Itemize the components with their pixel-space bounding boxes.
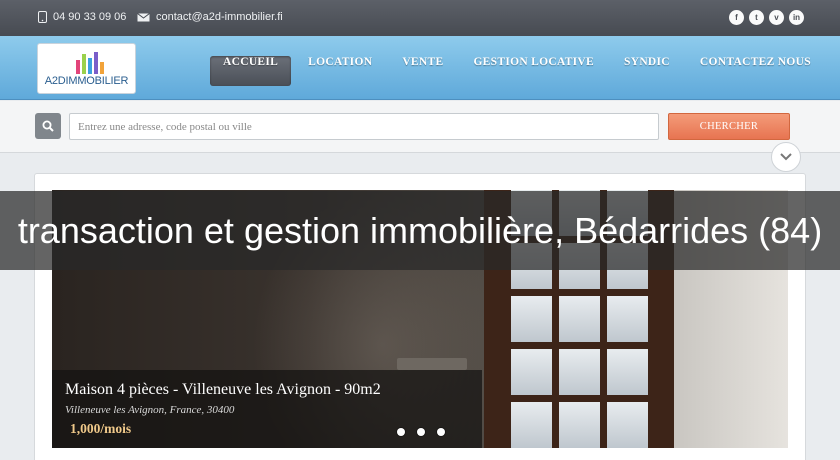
- phone-contact[interactable]: 04 90 33 09 06: [38, 11, 126, 23]
- nav-item-contactez-nous[interactable]: CONTACTEZ NOUS: [687, 56, 824, 86]
- listing-caption[interactable]: Maison 4 pièces - Villeneuve les Avignon…: [52, 370, 482, 448]
- slider-dot[interactable]: [397, 428, 405, 436]
- search-icon-button[interactable]: [35, 113, 61, 139]
- envelope-icon: [137, 12, 150, 21]
- main-nav: ACCUEIL LOCATION VENTE GESTION LOCATIVE …: [210, 56, 828, 86]
- twitter-icon[interactable]: t: [749, 10, 764, 25]
- nav-item-syndic[interactable]: SYNDIC: [611, 56, 683, 86]
- site-header: A2DIMMOBILIER ACCUEIL LOCATION VENTE GES…: [0, 36, 840, 100]
- vimeo-icon[interactable]: v: [769, 10, 784, 25]
- search-input[interactable]: [69, 113, 659, 140]
- nav-item-gestion-locative[interactable]: GESTION LOCATIVE: [460, 56, 607, 86]
- listing-price: 1,000/mois: [70, 421, 132, 436]
- facebook-icon[interactable]: f: [729, 10, 744, 25]
- search-bar: CHERCHER: [0, 101, 840, 153]
- expand-toggle-button[interactable]: [771, 142, 801, 172]
- logo-graphic: [76, 52, 104, 74]
- search-button[interactable]: CHERCHER: [668, 113, 790, 140]
- listing-location: Villeneuve les Avignon, France, 30400: [65, 404, 235, 416]
- slider-dot[interactable]: [417, 428, 425, 436]
- photo-radiator: [397, 358, 467, 370]
- email-contact[interactable]: contact@a2d-immobilier.fi: [137, 11, 283, 23]
- phone-number: 04 90 33 09 06: [53, 11, 127, 23]
- chevron-down-icon: [780, 153, 792, 161]
- site-logo[interactable]: A2DIMMOBILIER: [37, 43, 136, 94]
- page-title-banner: transaction et gestion immobilière, Béda…: [0, 191, 840, 270]
- phone-icon: [38, 11, 47, 23]
- page-title: transaction et gestion immobilière, Béda…: [17, 209, 823, 251]
- slider-dots: [397, 428, 445, 436]
- slider-dot[interactable]: [437, 428, 445, 436]
- email-address: contact@a2d-immobilier.fi: [156, 11, 283, 23]
- nav-item-location[interactable]: LOCATION: [295, 56, 385, 86]
- listing-title[interactable]: Maison 4 pièces - Villeneuve les Avignon…: [65, 381, 381, 399]
- social-links: f t v in: [729, 10, 804, 25]
- linkedin-icon[interactable]: in: [789, 10, 804, 25]
- nav-item-vente[interactable]: VENTE: [389, 56, 456, 86]
- nav-item-accueil[interactable]: ACCUEIL: [210, 56, 292, 86]
- search-icon: [42, 120, 54, 132]
- top-bar: 04 90 33 09 06 contact@a2d-immobilier.fi…: [0, 0, 840, 36]
- logo-text: A2DIMMOBILIER: [44, 75, 129, 87]
